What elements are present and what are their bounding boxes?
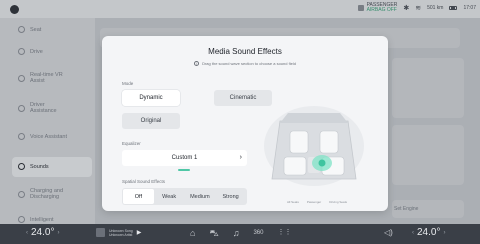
equalizer-select[interactable]: Custom 1 › [122, 150, 247, 166]
dialog-subtitle: i Drag the sound wave section to choose a… [102, 61, 388, 67]
apps-icon[interactable]: ⋮⋮ [277, 227, 291, 239]
music-widget[interactable]: Unknown Song Unknown Artist ▶ [96, 228, 141, 237]
legend-all-seats: All Seats [287, 200, 299, 204]
mode-label: Mode [122, 81, 134, 86]
legend-driving-seats: Driving Seats [329, 200, 348, 204]
sound-field-legend: All Seats Passenger Driving Seats [287, 200, 347, 204]
temp-right-value: 24.0° [417, 227, 441, 238]
chevron-left-icon[interactable]: ‹ [26, 230, 28, 236]
mode-option-dynamic[interactable]: Dynamic [122, 90, 180, 106]
temp-right-control[interactable]: ‹ 24.0° › [412, 227, 445, 238]
spatial-option-weak[interactable]: Weak [154, 189, 185, 204]
chevron-right-icon[interactable]: › [57, 230, 59, 236]
music-icon[interactable]: ♫ [233, 227, 240, 239]
dialog-title: Media Sound Effects [208, 47, 282, 56]
temp-left-value: 24.0° [31, 227, 55, 238]
car-icon[interactable]: ⛍ [209, 227, 218, 239]
media-sound-effects-dialog: Media Sound Effects i Drag the sound wave… [102, 36, 388, 211]
360-icon[interactable]: 360 [253, 227, 263, 239]
album-art [96, 228, 105, 237]
dialog-subtitle-text: Drag the sound wave section to choose a … [202, 61, 296, 66]
legend-passenger: Passenger [306, 200, 322, 204]
play-icon[interactable]: ▶ [137, 229, 142, 236]
bottom-dock-bar: ‹ 24.0° › Unknown Song Unknown Artist ▶ … [0, 224, 480, 244]
spatial-option-strong[interactable]: Strong [215, 189, 246, 204]
chevron-right-icon: › [239, 154, 242, 161]
chevron-right-icon[interactable]: › [443, 230, 445, 236]
volume-icon[interactable]: ◁) [384, 228, 393, 237]
mode-option-original[interactable]: Original [122, 113, 180, 129]
music-artist: Unknown Artist [109, 232, 133, 237]
equalizer-value: Custom 1 [171, 155, 198, 161]
spatial-option-medium[interactable]: Medium [185, 189, 216, 204]
equalizer-indicator [178, 169, 190, 171]
equalizer-label: Equalizer [122, 141, 141, 146]
chevron-left-icon[interactable]: ‹ [412, 230, 414, 236]
car-sound-field-visual[interactable] [260, 91, 368, 191]
dock-icons: ⌂ ⛍ ♫ 360 ⋮⋮ [190, 227, 291, 239]
temp-left-control[interactable]: ‹ 24.0° › [26, 227, 59, 238]
spatial-option-off[interactable]: Off [123, 189, 154, 204]
info-icon: i [194, 61, 200, 67]
home-icon[interactable]: ⌂ [190, 227, 195, 239]
music-title: Unknown Song [109, 228, 133, 233]
spatial-segmented-control: Off Weak Medium Strong [122, 188, 247, 205]
spatial-label: Spatial Sound Effects [122, 179, 165, 184]
